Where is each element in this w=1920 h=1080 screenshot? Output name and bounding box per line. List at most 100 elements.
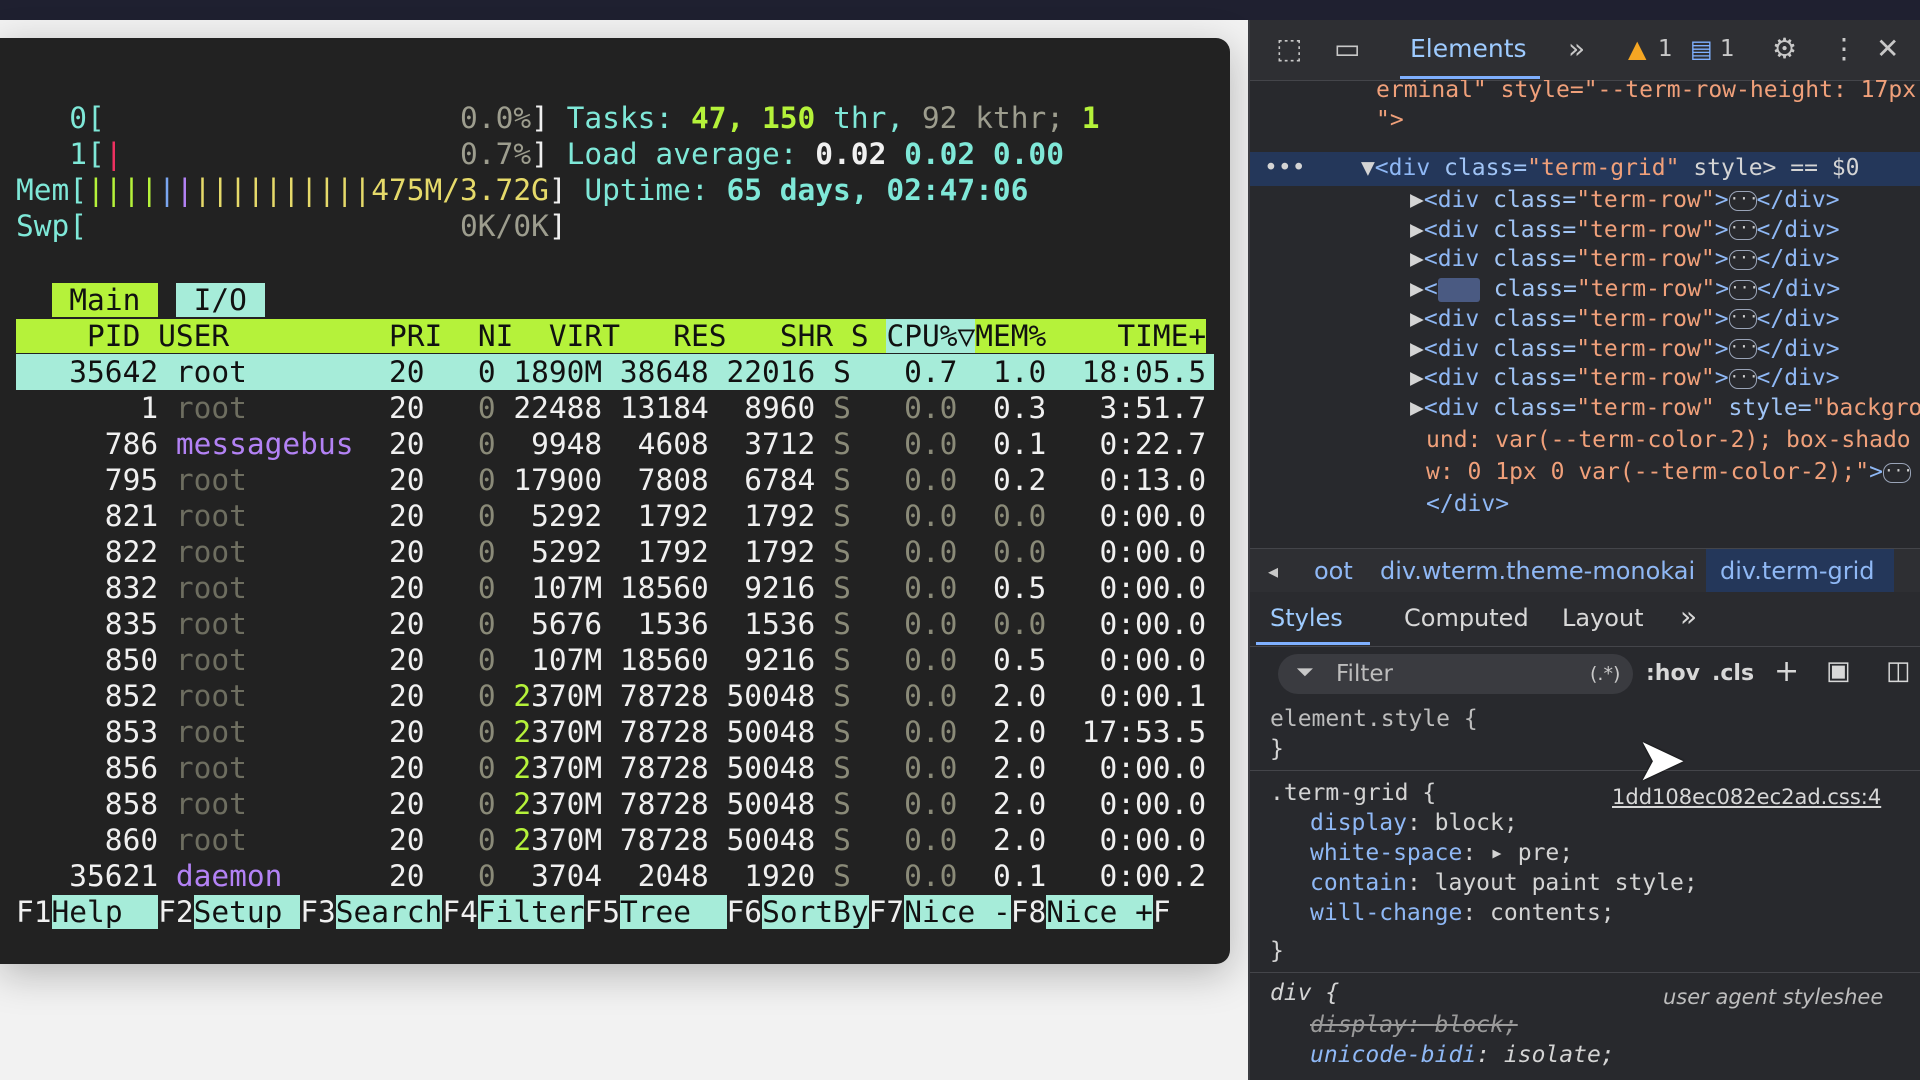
message-count[interactable]: 1 — [1720, 33, 1735, 65]
fkey-7-label[interactable]: Nice - — [904, 895, 1011, 929]
settings-gear-icon[interactable]: ⚙ — [1772, 33, 1797, 65]
fkey-4-label[interactable]: Filter — [477, 895, 585, 929]
table-row[interactable]: 822 root 20 0 5292 1792 1792 S 0.0 0.0 0… — [16, 534, 1206, 570]
fkey-3-label[interactable]: Search — [335, 895, 443, 929]
tab-main[interactable]: Main — [51, 283, 159, 317]
cell-shr: 50048 — [708, 715, 816, 749]
fkey-8-key[interactable]: F8 — [1011, 895, 1047, 929]
col-pid[interactable]: PID — [87, 319, 140, 353]
cell-res: 18560 — [602, 643, 709, 677]
cell-time: 3:51.7 — [1046, 391, 1207, 425]
toggle-sidebar-icon[interactable]: ◫ — [1886, 656, 1911, 686]
dom-node-row-2[interactable]: ▶<div class="term-row">···</div> — [1410, 214, 1840, 246]
element-style-selector[interactable]: element.style { — [1270, 704, 1478, 734]
cell-pid: 786 — [16, 427, 159, 461]
fkey-5-label[interactable]: Tree — [619, 895, 727, 929]
fkey-6-label[interactable]: SortBy — [762, 895, 869, 929]
col-state[interactable]: S — [851, 319, 869, 353]
tab-styles[interactable]: Styles — [1270, 604, 1343, 632]
regex-toggle[interactable]: (.*) — [1590, 663, 1620, 685]
css-prop-white-space[interactable]: white-space: ▸ pre; — [1310, 838, 1573, 868]
table-row[interactable]: 860 root 20 0 2370M 78728 50048 S 0.0 2.… — [16, 822, 1206, 858]
col-mem[interactable]: MEM% — [975, 319, 1046, 353]
css-prop-contain[interactable]: contain: layout paint style; — [1310, 868, 1698, 898]
dom-node-row-1[interactable]: ▶<div class="term-row">···</div> — [1410, 184, 1840, 216]
fkey-7-key[interactable]: F7 — [869, 895, 905, 929]
table-row[interactable]: 852 root 20 0 2370M 78728 50048 S 0.0 2.… — [16, 678, 1206, 714]
warning-count[interactable]: 1 — [1658, 33, 1673, 65]
table-row[interactable]: 856 root 20 0 2370M 78728 50048 S 0.0 2.… — [16, 750, 1206, 786]
breadcrumb-scroll-left-icon[interactable]: ◂ — [1268, 549, 1278, 593]
cell-res: 78728 — [602, 715, 709, 749]
close-icon[interactable]: ✕ — [1876, 33, 1899, 65]
term-grid-selector[interactable]: .term-grid { — [1270, 778, 1436, 808]
inspect-element-icon[interactable]: ⬚ — [1276, 33, 1302, 65]
col-pri[interactable]: PRI — [389, 319, 442, 353]
fkey-2-key[interactable]: F2 — [158, 895, 194, 929]
paint-roller-icon[interactable]: ▣ — [1826, 656, 1851, 686]
message-icon[interactable]: ▤ — [1690, 33, 1713, 65]
col-virt[interactable]: VIRT — [549, 319, 620, 353]
load-5min: 0.02 — [904, 137, 976, 171]
ua-div-selector[interactable]: div { — [1270, 978, 1339, 1008]
table-row[interactable]: 835 root 20 0 5676 1536 1536 S 0.0 0.0 0… — [16, 606, 1206, 642]
breadcrumb-item-term-grid[interactable]: div.term-grid — [1706, 549, 1894, 593]
dom-node-row-6[interactable]: ▶<div class="term-row">···</div> — [1410, 333, 1840, 365]
dom-node-row-8[interactable]: ▶<div class="term-row" style="backgro — [1410, 392, 1920, 424]
more-tabs-icon[interactable]: » — [1568, 33, 1585, 65]
cell-ni: 0 — [424, 607, 496, 641]
col-time[interactable]: TIME+ — [1117, 319, 1206, 353]
more-panes-icon[interactable]: » — [1680, 600, 1697, 633]
table-row[interactable]: 786 messagebus 20 0 9948 4608 3712 S 0.0… — [16, 426, 1206, 462]
warning-icon[interactable]: ▲ — [1628, 33, 1646, 65]
table-row[interactable]: 35621 daemon 20 0 3704 2048 1920 S 0.0 0… — [16, 858, 1206, 894]
fkey-4-key[interactable]: F4 — [442, 895, 478, 929]
breadcrumb-item-wterm[interactable]: div.wterm.theme-monokai — [1380, 549, 1695, 593]
more-options-icon[interactable]: ⋮ — [1830, 33, 1858, 65]
table-row[interactable]: 858 root 20 0 2370M 78728 50048 S 0.0 2.… — [16, 786, 1206, 822]
terminal-window[interactable]: 0[ 0.0%] Tasks: 47, 150 thr, 92 kthr; 1 … — [0, 38, 1230, 964]
table-row[interactable]: 821 root 20 0 5292 1792 1792 S 0.0 0.0 0… — [16, 498, 1206, 534]
css-prop-display[interactable]: display: block; — [1310, 808, 1518, 838]
fkey-6-key[interactable]: F6 — [727, 895, 763, 929]
tab-io[interactable]: I/O — [175, 283, 265, 317]
col-ni[interactable]: NI — [478, 319, 514, 353]
table-row[interactable]: 35642 root 20 0 1890M 38648 22016 S 0.7 … — [16, 354, 1214, 390]
tab-computed[interactable]: Computed — [1404, 604, 1529, 632]
fkey-1-label[interactable]: Help — [51, 895, 159, 929]
table-row[interactable]: 832 root 20 0 107M 18560 9216 S 0.0 0.5 … — [16, 570, 1206, 606]
table-row[interactable]: 1 root 20 0 22488 13184 8960 S 0.0 0.3 3… — [16, 390, 1206, 426]
table-row[interactable]: 853 root 20 0 2370M 78728 50048 S 0.0 2.… — [16, 714, 1206, 750]
selected-node[interactable]: ••• ▼<div class="term-grid" style> == $0 — [1264, 152, 1859, 184]
dom-node-row-4[interactable]: ▶< class="term-row">···</div> — [1410, 273, 1840, 305]
dom-node-row-7[interactable]: ▶<div class="term-row">···</div> — [1410, 362, 1840, 394]
hov-toggle[interactable]: :hov — [1646, 661, 1700, 686]
device-toolbar-icon[interactable]: ▭ — [1334, 33, 1360, 65]
styles-filter-input[interactable]: ⏷ Filter (.*) — [1278, 654, 1633, 694]
cls-toggle[interactable]: .cls — [1712, 661, 1754, 686]
tab-layout[interactable]: Layout — [1562, 604, 1644, 632]
function-key-bar: F1Help F2Setup F3SearchF4FilterF5Tree F6… — [16, 894, 1171, 930]
col-user[interactable]: USER — [158, 319, 229, 353]
dom-node-row-3[interactable]: ▶<div class="term-row">···</div> — [1410, 243, 1840, 275]
fkey-2-label[interactable]: Setup — [193, 895, 301, 929]
dom-node-row-5[interactable]: ▶<div class="term-row">···</div> — [1410, 303, 1840, 335]
fkey-9-key[interactable]: F — [1153, 895, 1171, 929]
fkey-5-key[interactable]: F5 — [584, 895, 620, 929]
new-rule-icon[interactable]: + — [1774, 654, 1799, 689]
fkey-3-key[interactable]: F3 — [300, 895, 336, 929]
fkey-1-key[interactable]: F1 — [16, 895, 52, 929]
breadcrumb-item-root[interactable]: oot — [1314, 549, 1353, 593]
fkey-8-label[interactable]: Nice + — [1046, 895, 1153, 929]
table-row[interactable]: 850 root 20 0 107M 18560 9216 S 0.0 0.5 … — [16, 642, 1206, 678]
col-shr[interactable]: SHR — [780, 319, 833, 353]
table-row[interactable]: 795 root 20 0 17900 7808 6784 S 0.0 0.2 … — [16, 462, 1206, 498]
load-1min: 0.02 — [815, 137, 887, 171]
css-prop-will-change[interactable]: will-change: contents; — [1310, 898, 1615, 928]
cell-mem: 2.0 — [957, 679, 1047, 713]
cell-user: root — [175, 535, 372, 569]
col-res[interactable]: RES — [673, 319, 726, 353]
col-cpu[interactable]: CPU%▽ — [886, 319, 975, 353]
cell-shr: 22016 — [708, 355, 816, 389]
tab-elements[interactable]: Elements — [1410, 32, 1527, 66]
